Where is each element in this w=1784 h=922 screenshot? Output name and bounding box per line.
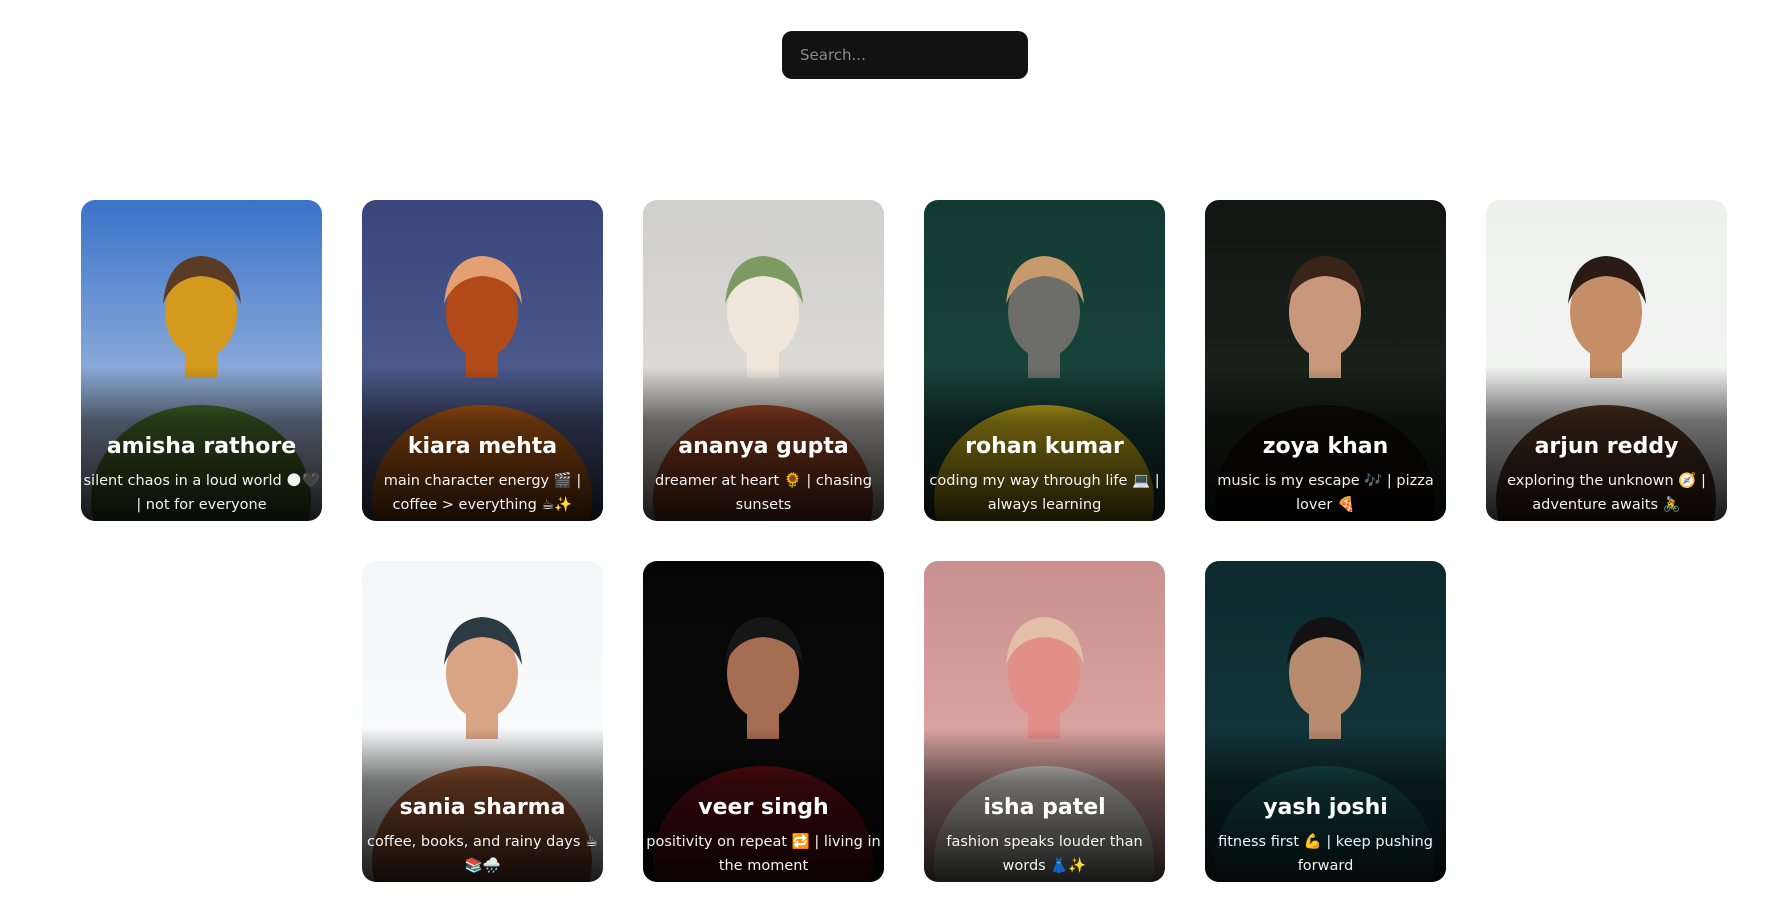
profile-name: zoya khan — [1262, 434, 1389, 459]
profile-card[interactable]: amisha rathore silent chaos in a loud wo… — [81, 200, 322, 521]
profile-bio: exploring the unknown 🧭 | adventure awai… — [1507, 473, 1706, 513]
profile-name: ananya gupta — [678, 434, 849, 459]
profile-name: yash joshi — [1263, 795, 1388, 820]
profile-bio: fitness first 💪 | keep pushing forward — [1218, 834, 1433, 874]
profile-card[interactable]: sania sharma coffee, books, and rainy da… — [362, 561, 603, 882]
profile-bio: coffee, books, and rainy days ☕📚🌧️ — [367, 834, 598, 874]
profile-bio: main character energy 🎬 | coffee > every… — [383, 473, 582, 513]
profile-card[interactable]: ananya gupta dreamer at heart 🌻 | chasin… — [643, 200, 884, 521]
profile-name: rohan kumar — [965, 434, 1124, 459]
profile-card[interactable]: veer singh positivity on repeat 🔁 | livi… — [643, 561, 884, 882]
profile-card[interactable]: yash joshi fitness first 💪 | keep pushin… — [1205, 561, 1446, 882]
profile-name: sania sharma — [399, 795, 566, 820]
profile-grid: amisha rathore silent chaos in a loud wo… — [0, 0, 1784, 922]
profile-card[interactable]: isha patel fashion speaks louder than wo… — [924, 561, 1165, 882]
profile-bio: coding my way through life 💻 | always le… — [929, 473, 1160, 513]
profile-bio: silent chaos in a loud world 🌑🖤 | not fo… — [83, 473, 320, 513]
profile-name: kiara mehta — [407, 434, 558, 459]
profile-bio: fashion speaks louder than words 👗✨ — [946, 834, 1143, 874]
profile-card[interactable]: kiara mehta main character energy 🎬 | co… — [362, 200, 603, 521]
profile-bio: music is my escape 🎶 | pizza lover 🍕 — [1217, 473, 1434, 513]
profile-bio: dreamer at heart 🌻 | chasing sunsets — [655, 473, 872, 513]
profile-bio: positivity on repeat 🔁 | living in the m… — [646, 834, 881, 874]
profile-name: amisha rathore — [106, 434, 297, 459]
profile-name: veer singh — [698, 795, 829, 820]
profile-card[interactable]: arjun reddy exploring the unknown 🧭 | ad… — [1486, 200, 1727, 521]
profile-name: arjun reddy — [1534, 434, 1679, 459]
profile-card[interactable]: zoya khan music is my escape 🎶 | pizza l… — [1205, 200, 1446, 521]
profile-card[interactable]: rohan kumar coding my way through life 💻… — [924, 200, 1165, 521]
profile-name: isha patel — [983, 795, 1106, 820]
